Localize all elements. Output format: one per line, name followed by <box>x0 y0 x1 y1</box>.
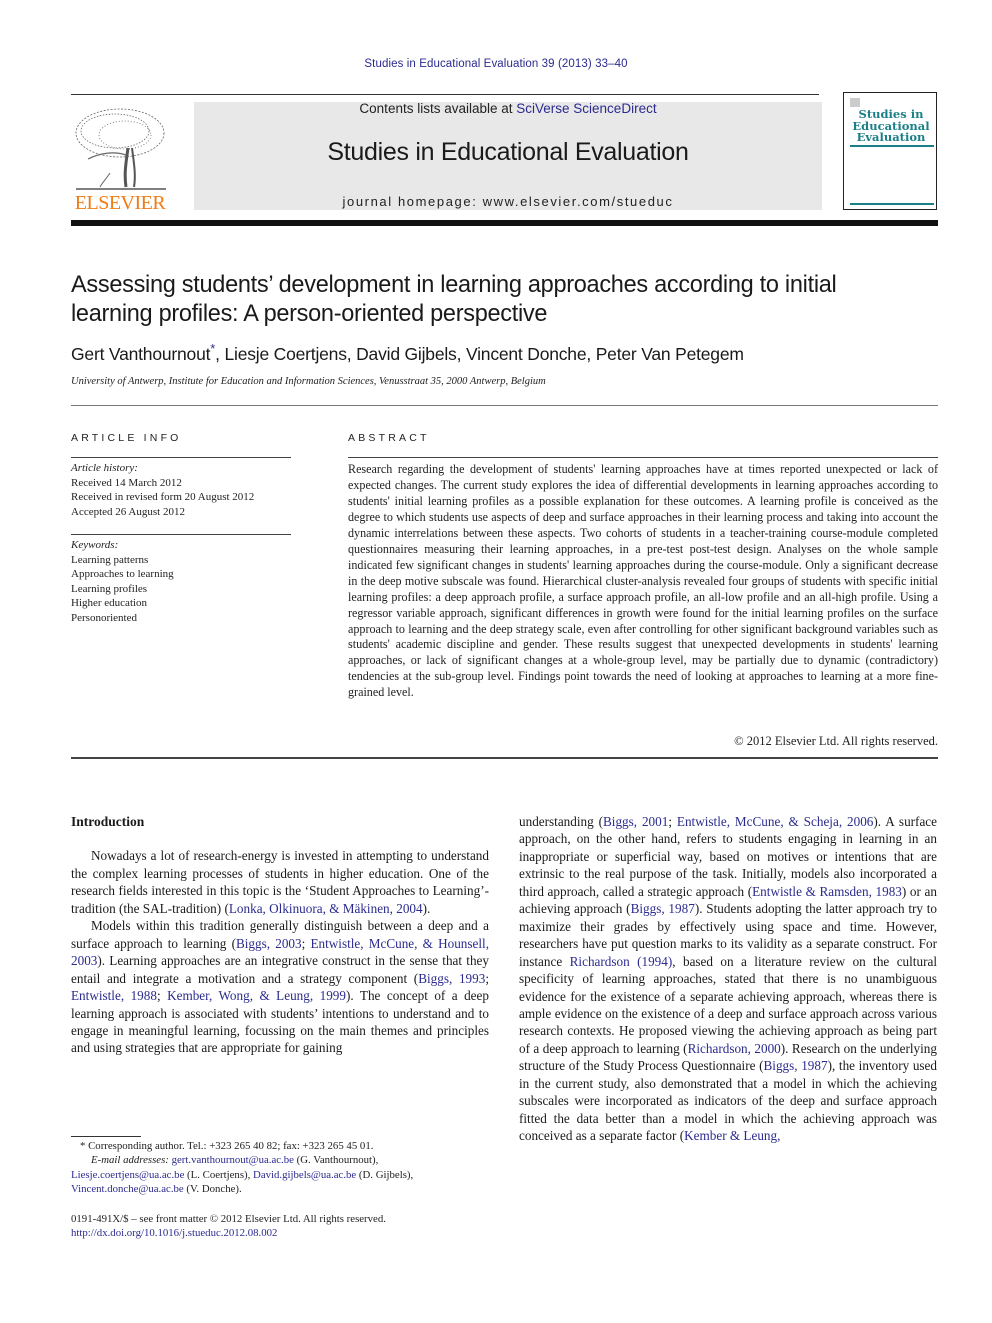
body-paragraph: Models within this tradition generally d… <box>71 917 489 1057</box>
author-separator: , <box>346 344 357 364</box>
citation-link[interactable]: Lonka, Olkinuora, & Mäkinen, 2004 <box>229 901 423 916</box>
journal-reference-link[interactable]: Studies in Educational Evaluation 39 (20… <box>0 58 992 70</box>
journal-cover-thumbnail: Studies in Educational Evaluation <box>843 92 937 210</box>
article-history: Article history: Received 14 March 2012 … <box>71 461 301 519</box>
email-label: E-mail addresses: <box>91 1154 169 1167</box>
citation-link[interactable]: Kember & Leung, <box>684 1128 780 1143</box>
author-name: Liesje Coertjens <box>224 344 347 364</box>
abstract-copyright: © 2012 Elsevier Ltd. All rights reserved… <box>734 734 938 748</box>
citation-separator: ; <box>156 988 168 1004</box>
email-link[interactable]: David.gijbels@ua.ac.be <box>253 1169 356 1181</box>
info-divider <box>71 457 291 458</box>
cover-publisher-icon <box>850 98 860 107</box>
article-info-heading: ARTICLE INFO <box>71 432 182 444</box>
affiliation: University of Antwerp, Institute for Edu… <box>71 376 546 387</box>
header-thick-rule <box>71 220 938 226</box>
citation-link[interactable]: Kember, Wong, & Leung, 1999 <box>167 988 346 1003</box>
citation-separator: ; <box>485 970 490 986</box>
citation-link[interactable]: Biggs, 1987 <box>763 1058 827 1073</box>
body-paragraph: Nowadays a lot of research-energy is inv… <box>71 847 489 917</box>
abstract-text: Research regarding the development of st… <box>348 462 938 700</box>
keyword: Higher education <box>71 597 148 609</box>
citation-link[interactable]: Richardson, 2000 <box>688 1041 781 1056</box>
contents-prefix: Contents lists available at <box>359 101 517 116</box>
keyword: Learning patterns <box>71 553 149 566</box>
abstract-heading: ABSTRACT <box>348 432 430 444</box>
contents-availability: Contents lists available at SciVerse Sci… <box>194 101 822 116</box>
author-separator: , <box>586 344 596 364</box>
sciencedirect-link[interactable]: SciVerse ScienceDirect <box>516 101 656 116</box>
citation-separator: ; <box>668 814 677 829</box>
article-title: Assessing students’ development in learn… <box>71 271 837 327</box>
email-addresses-cont: Liesje.coertjens@ua.ac.be (L. Coertjens)… <box>71 1168 491 1182</box>
section-divider <box>71 405 938 406</box>
cover-rule <box>850 145 934 147</box>
email-link[interactable]: gert.vanthournout@ua.ac.be <box>172 1154 294 1166</box>
abstract-divider <box>348 457 938 458</box>
email-link[interactable]: Liesje.coertjens@ua.ac.be <box>71 1169 184 1181</box>
citation-link[interactable]: Entwistle & Ramsden, 1983 <box>752 884 902 899</box>
body-column-left: Introduction Nowadays a lot of research-… <box>71 813 489 1057</box>
header-rule <box>71 94 819 95</box>
front-matter-copyright: 0191-491X/$ – see front matter © 2012 El… <box>71 1213 386 1225</box>
body-paragraph: understanding (Biggs, 2001; Entwistle, M… <box>519 813 937 1145</box>
citation-link[interactable]: Biggs, 2001 <box>603 814 668 829</box>
email-owner: (L. Coertjens), <box>184 1168 254 1181</box>
keyword: Learning profiles <box>71 582 148 595</box>
citation-link[interactable]: Entwistle, McCune, & Scheja, 2006 <box>677 814 873 829</box>
author-name: Gert Vanthournout <box>71 344 211 364</box>
front-matter: 0191-491X/$ – see front matter © 2012 El… <box>71 1212 491 1241</box>
email-owner: (D. Gijbels), <box>356 1168 414 1181</box>
email-addresses-cont: Vincent.donche@ua.ac.be (V. Donche). <box>71 1182 491 1196</box>
author-name: Peter Van Petegem <box>595 344 744 364</box>
citation-link[interactable]: Entwistle, 1988 <box>71 988 157 1003</box>
keyword: Approaches to learning <box>71 568 174 580</box>
abstract-bottom-rule <box>71 757 938 759</box>
history-label: Article history: <box>71 462 138 474</box>
citation-link[interactable]: Biggs, 1987 <box>631 901 695 916</box>
history-received: Received 14 March 2012 <box>71 476 182 489</box>
journal-title: Studies in Educational Evaluation <box>327 138 689 166</box>
keywords-label: Keywords: <box>71 539 119 551</box>
email-addresses: E-mail addresses: gert.vanthournout@ua.a… <box>71 1153 491 1167</box>
citation-link[interactable]: Richardson (1994) <box>570 954 673 969</box>
elsevier-wordmark: ELSEVIER <box>74 192 166 214</box>
citation-link[interactable]: Biggs, 1993 <box>418 971 485 986</box>
email-owner: (G. Vanthournout), <box>293 1154 379 1167</box>
body-column-right: understanding (Biggs, 2001; Entwistle, M… <box>519 813 937 1145</box>
author-name: Vincent Donche <box>465 344 587 364</box>
keywords: Keywords: Learning patterns Approaches t… <box>71 538 301 625</box>
cover-rule <box>850 203 934 205</box>
footnote-rule <box>71 1136 141 1137</box>
paragraph-text: understanding ( <box>519 814 603 829</box>
info-divider <box>71 534 291 535</box>
history-revised: Received in revised form 20 August 2012 <box>71 491 255 503</box>
history-accepted: Accepted 26 August 2012 <box>71 505 185 518</box>
email-link[interactable]: Vincent.donche@ua.ac.be <box>71 1183 184 1195</box>
corresponding-author-note: * Corresponding author. Tel.: +323 265 4… <box>80 1140 374 1152</box>
keyword: Personoriented <box>71 611 137 624</box>
journal-homepage-link[interactable]: journal homepage: www.elsevier.com/stued… <box>194 194 822 209</box>
citation-link[interactable]: Biggs, 2003 <box>236 936 302 951</box>
section-heading-introduction: Introduction <box>71 814 145 829</box>
author-list: Gert Vanthournout*, Liesje Coertjens, Da… <box>71 342 941 365</box>
doi-link[interactable]: http://dx.doi.org/10.1016/j.stueduc.2012… <box>71 1227 277 1239</box>
footnotes: * Corresponding author. Tel.: +323 265 4… <box>71 1139 491 1196</box>
paragraph-text: ). <box>422 900 431 916</box>
author-separator: , <box>456 344 466 364</box>
author-name: David Gijbels <box>356 344 457 364</box>
email-owner: (V. Donche). <box>183 1182 242 1195</box>
cover-title: Studies in Educational Evaluation <box>852 107 930 144</box>
